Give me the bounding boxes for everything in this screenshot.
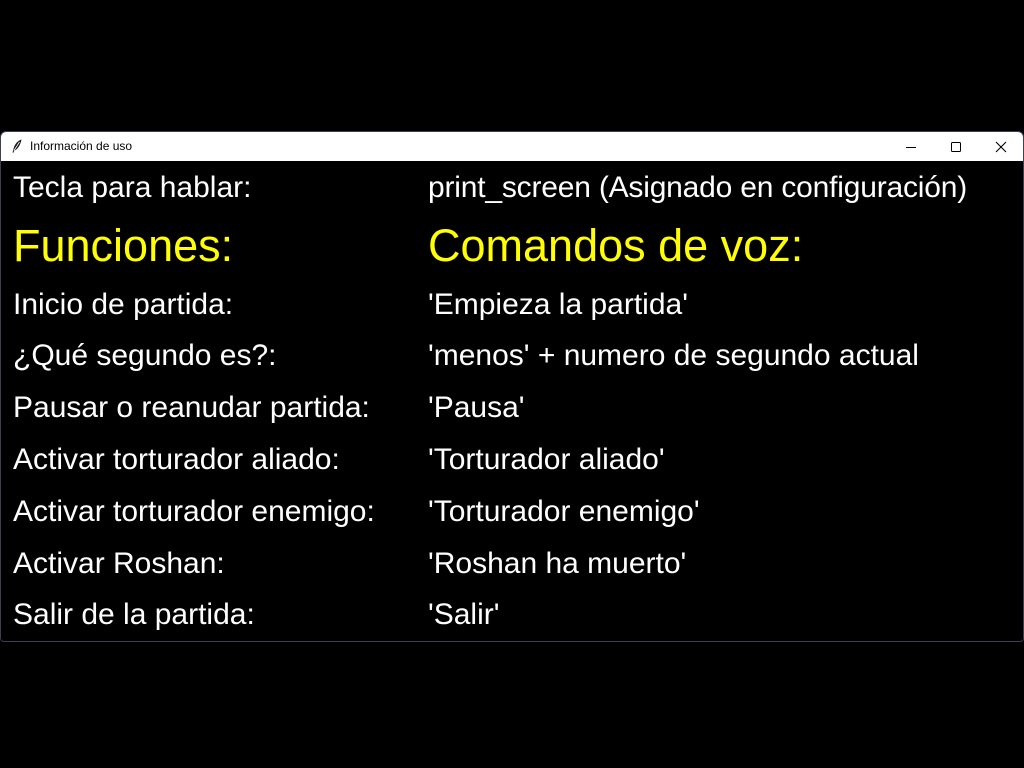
voice-command: 'Torturador aliado' [428, 443, 665, 476]
function-label: Salir de la partida: [13, 598, 255, 631]
function-label: Inicio de partida: [13, 288, 234, 321]
voice-command: 'Roshan ha muerto' [428, 547, 687, 580]
maximize-icon [950, 141, 962, 153]
usage-info-window: Información de uso Tecla para hablar: pr… [0, 131, 1024, 642]
hotkey-label: Tecla para hablar: [13, 171, 252, 204]
voice-command: 'Pausa' [428, 391, 525, 424]
functions-header: Funciones: [13, 220, 234, 271]
title-bar[interactable]: Información de uso [1, 132, 1023, 161]
function-label: Pausar o reanudar partida: [13, 391, 370, 424]
close-icon [995, 141, 1007, 153]
maximize-button[interactable] [933, 132, 978, 161]
function-label: Activar torturador aliado: [13, 443, 340, 476]
function-label: ¿Qué segundo es?: [13, 339, 277, 372]
minimize-button[interactable] [888, 132, 933, 161]
voice-command: 'menos' + numero de segundo actual [428, 339, 919, 372]
close-button[interactable] [978, 132, 1023, 161]
usage-content: Tecla para hablar: print_screen (Asignad… [1, 161, 1023, 641]
minimize-icon [905, 141, 917, 153]
voice-commands-header: Comandos de voz: [428, 220, 804, 271]
voice-command: 'Empieza la partida' [428, 288, 688, 321]
function-label: Activar torturador enemigo: [13, 495, 375, 528]
feather-icon [11, 139, 23, 153]
voice-command: 'Torturador enemigo' [428, 495, 700, 528]
voice-command: 'Salir' [428, 598, 500, 631]
window-title: Información de uso [30, 139, 133, 153]
hotkey-value: print_screen (Asignado en configuración) [428, 171, 967, 204]
function-label: Activar Roshan: [13, 547, 225, 580]
